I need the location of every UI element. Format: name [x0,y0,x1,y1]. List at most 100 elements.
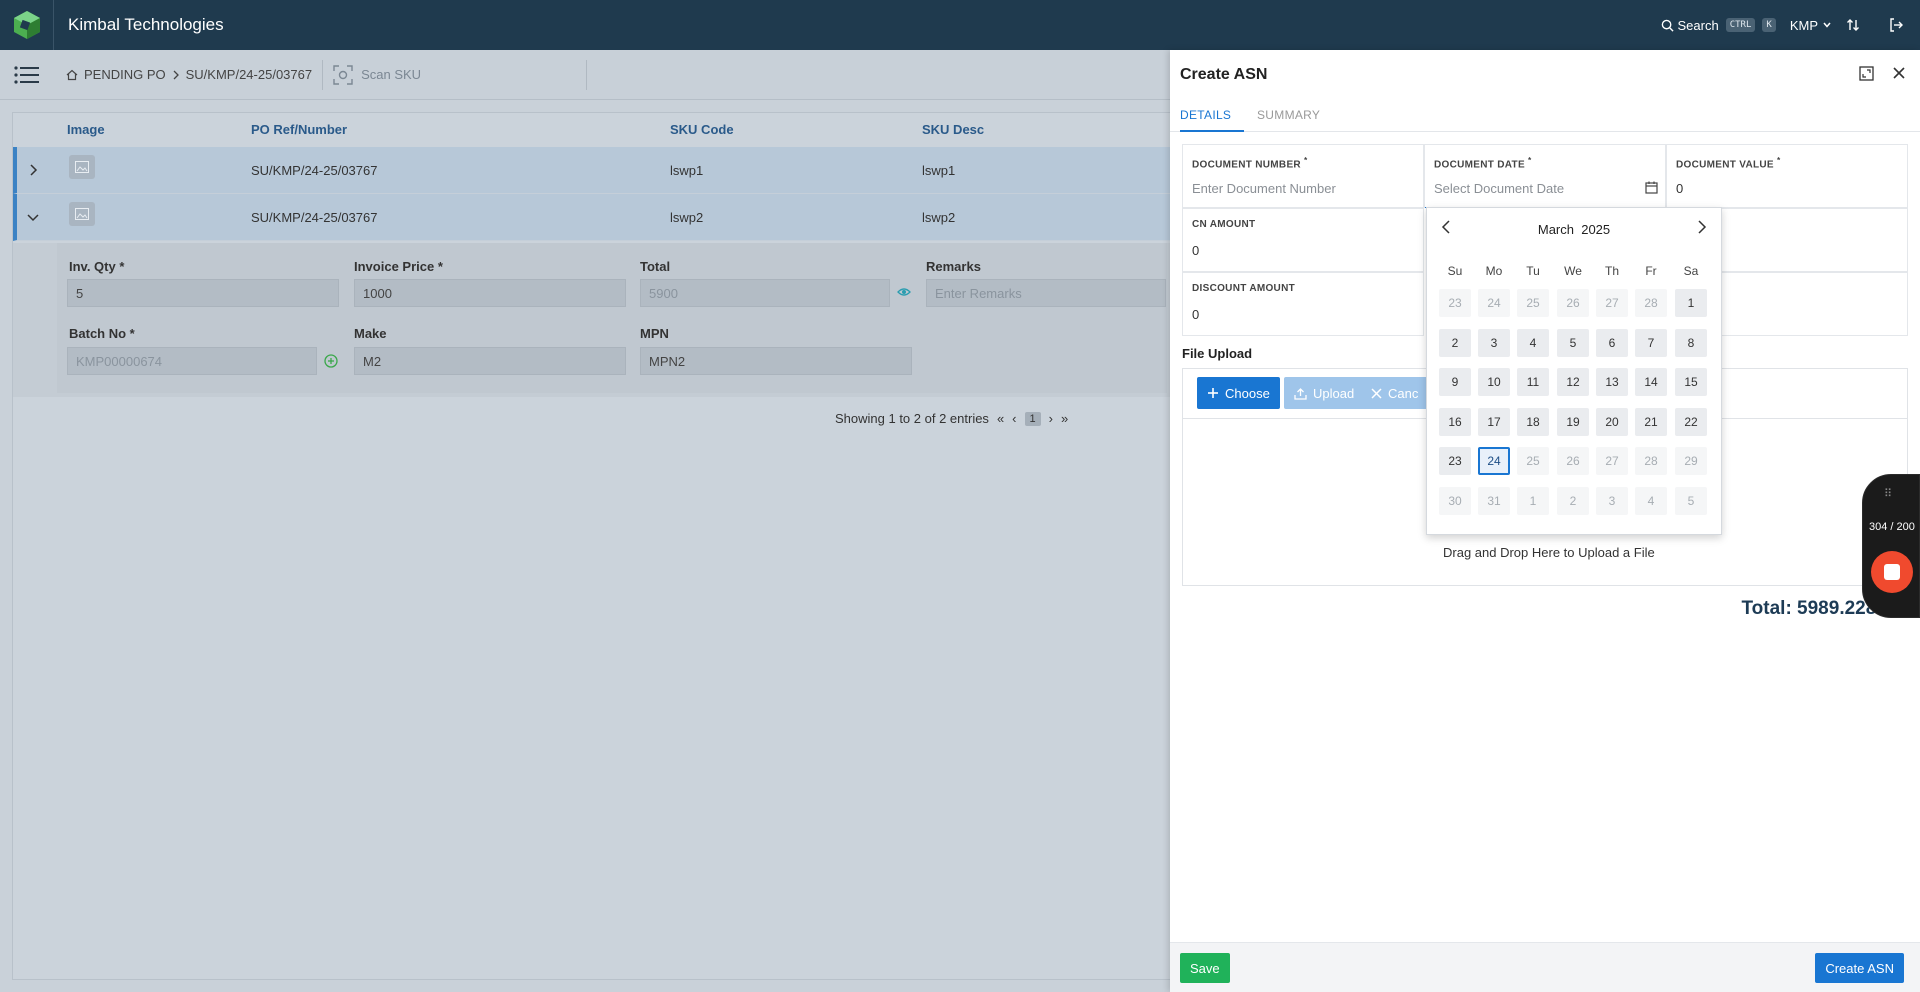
calendar-day[interactable]: 27 [1596,447,1628,475]
required-mark: * [1304,155,1308,165]
calendar-day[interactable]: 12 [1557,368,1589,396]
doc-value-field[interactable]: DOCUMENT VALUE * 0 [1666,144,1908,208]
calendar-day[interactable]: 14 [1635,368,1667,396]
cn-amount-field[interactable]: CN AMOUNT 0 [1182,208,1424,272]
calendar-day[interactable]: 17 [1478,407,1510,436]
calendar-day[interactable]: 25 [1517,447,1549,475]
next-page-icon[interactable]: › [1049,411,1053,426]
calendar-day[interactable]: 31 [1478,486,1510,515]
calendar-day[interactable]: 26 [1557,289,1589,317]
tab-summary[interactable]: SUMMARY [1257,108,1320,122]
add-batch-icon[interactable] [324,354,338,368]
last-page-icon[interactable]: » [1061,411,1068,426]
global-search[interactable]: Search CTRL K [1661,18,1776,33]
calendar-day[interactable]: 24 [1478,447,1510,475]
calendar-day[interactable]: 8 [1675,328,1707,357]
doc-value-input[interactable]: 0 [1676,181,1683,196]
cell-desc: lswp2 [922,210,956,225]
doc-date-input[interactable]: Select Document Date [1434,181,1564,196]
table-row[interactable]: SU/KMP/24-25/03767 lswp1 lswp1 [13,147,1171,194]
stop-recording-button[interactable] [1871,551,1913,593]
save-button[interactable]: Save [1180,953,1230,983]
breadcrumb-item-po[interactable]: SU/KMP/24-25/03767 [186,67,312,82]
org-selector[interactable]: KMP [1790,18,1832,33]
breadcrumb-item-pending-po[interactable]: PENDING PO [84,67,166,82]
cancel-upload-button[interactable]: Canc [1361,377,1429,409]
calendar-day[interactable]: 26 [1557,447,1589,475]
table-row[interactable]: SU/KMP/24-25/03767 lswp2 lswp2 [13,194,1171,241]
logo[interactable] [0,0,54,50]
page-number-button[interactable]: 1 [1024,411,1041,426]
doc-value-label: DOCUMENT VALUE [1676,159,1774,171]
calendar-day[interactable]: 23 [1439,289,1471,317]
file-upload-label: File Upload [1182,346,1253,361]
calendar-day[interactable]: 4 [1517,328,1549,357]
sort-button[interactable] [1846,18,1860,32]
scan-sku-button[interactable]: Scan SKU [333,64,421,85]
calendar-day[interactable]: 1 [1675,289,1707,317]
calendar-day[interactable]: 11 [1517,368,1549,396]
tab-details[interactable]: DETAILS [1180,108,1231,122]
calendar-day[interactable]: 28 [1635,447,1667,475]
doc-number-field[interactable]: DOCUMENT NUMBER * Enter Document Number [1182,144,1424,208]
discount-field[interactable]: DISCOUNT AMOUNT 0 [1182,272,1424,336]
create-asn-button[interactable]: Create ASN [1815,953,1904,983]
calendar-day[interactable]: 19 [1557,407,1589,436]
prev-page-icon[interactable]: ‹ [1012,411,1016,426]
next-month-icon[interactable] [1697,220,1707,234]
invoice-price-input[interactable]: 1000 [354,279,626,307]
doc-number-input[interactable]: Enter Document Number [1192,181,1336,196]
calendar-day[interactable]: 3 [1478,328,1510,357]
upload-button[interactable]: Upload [1284,377,1365,409]
calendar-day[interactable]: 10 [1478,368,1510,396]
discount-input[interactable]: 0 [1192,307,1199,322]
drag-handle-icon[interactable]: ⠿ [1884,487,1893,500]
calendar-day[interactable]: 18 [1517,407,1549,436]
mpn-input[interactable]: MPN2 [640,347,912,375]
drop-zone-text: Drag and Drop Here to Upload a File [1443,545,1655,560]
calendar-day[interactable]: 13 [1596,368,1628,396]
choose-label: Choose [1225,385,1270,401]
calendar-day[interactable]: 20 [1596,407,1628,436]
calendar-day[interactable]: 9 [1439,368,1471,396]
calendar-day[interactable]: 5 [1675,486,1707,515]
maximize-icon[interactable] [1859,66,1874,81]
calendar-day[interactable]: 25 [1517,289,1549,317]
calendar-icon[interactable] [1645,181,1658,194]
calendar-day[interactable]: 15 [1675,368,1707,396]
table-header: Image PO Ref/Number SKU Code SKU Desc [13,113,1171,147]
calendar-day[interactable]: 24 [1478,289,1510,317]
calendar-day[interactable]: 30 [1439,486,1471,515]
calendar-day[interactable]: 7 [1635,328,1667,357]
batch-input[interactable]: KMP00000674 [67,347,317,375]
calendar-day[interactable]: 3 [1596,486,1628,515]
calendar-day[interactable]: 5 [1557,328,1589,357]
calendar-day[interactable]: 1 [1517,486,1549,515]
calendar-day[interactable]: 22 [1675,407,1707,436]
cn-amount-label: CN AMOUNT [1192,219,1256,230]
calendar-day[interactable]: 27 [1596,289,1628,317]
month-label[interactable]: March [1538,222,1574,237]
calendar-day[interactable]: 28 [1635,289,1667,317]
calendar-day[interactable]: 2 [1557,486,1589,515]
remarks-input[interactable]: Enter Remarks [926,279,1166,307]
calendar-day[interactable]: 23 [1439,447,1471,475]
column-header: Image [67,122,105,137]
first-page-icon[interactable]: « [997,411,1004,426]
calendar-day[interactable]: 2 [1439,328,1471,357]
choose-button[interactable]: Choose [1197,377,1280,409]
year-label[interactable]: 2025 [1581,222,1610,237]
menu-button[interactable] [0,50,54,100]
logout-button[interactable] [1888,17,1904,33]
doc-date-field[interactable]: DOCUMENT DATE * Select Document Date [1424,144,1666,208]
calendar-day[interactable]: 6 [1596,328,1628,357]
calendar-day[interactable]: 16 [1439,407,1471,436]
close-icon[interactable] [1892,66,1906,80]
cn-amount-input[interactable]: 0 [1192,243,1199,258]
make-input[interactable]: M2 [354,347,626,375]
calendar-day[interactable]: 4 [1635,486,1667,515]
calendar-day[interactable]: 29 [1675,447,1707,475]
calendar-day[interactable]: 21 [1635,407,1667,436]
inv-qty-input[interactable]: 5 [67,279,339,307]
logout-icon [1890,18,1903,32]
